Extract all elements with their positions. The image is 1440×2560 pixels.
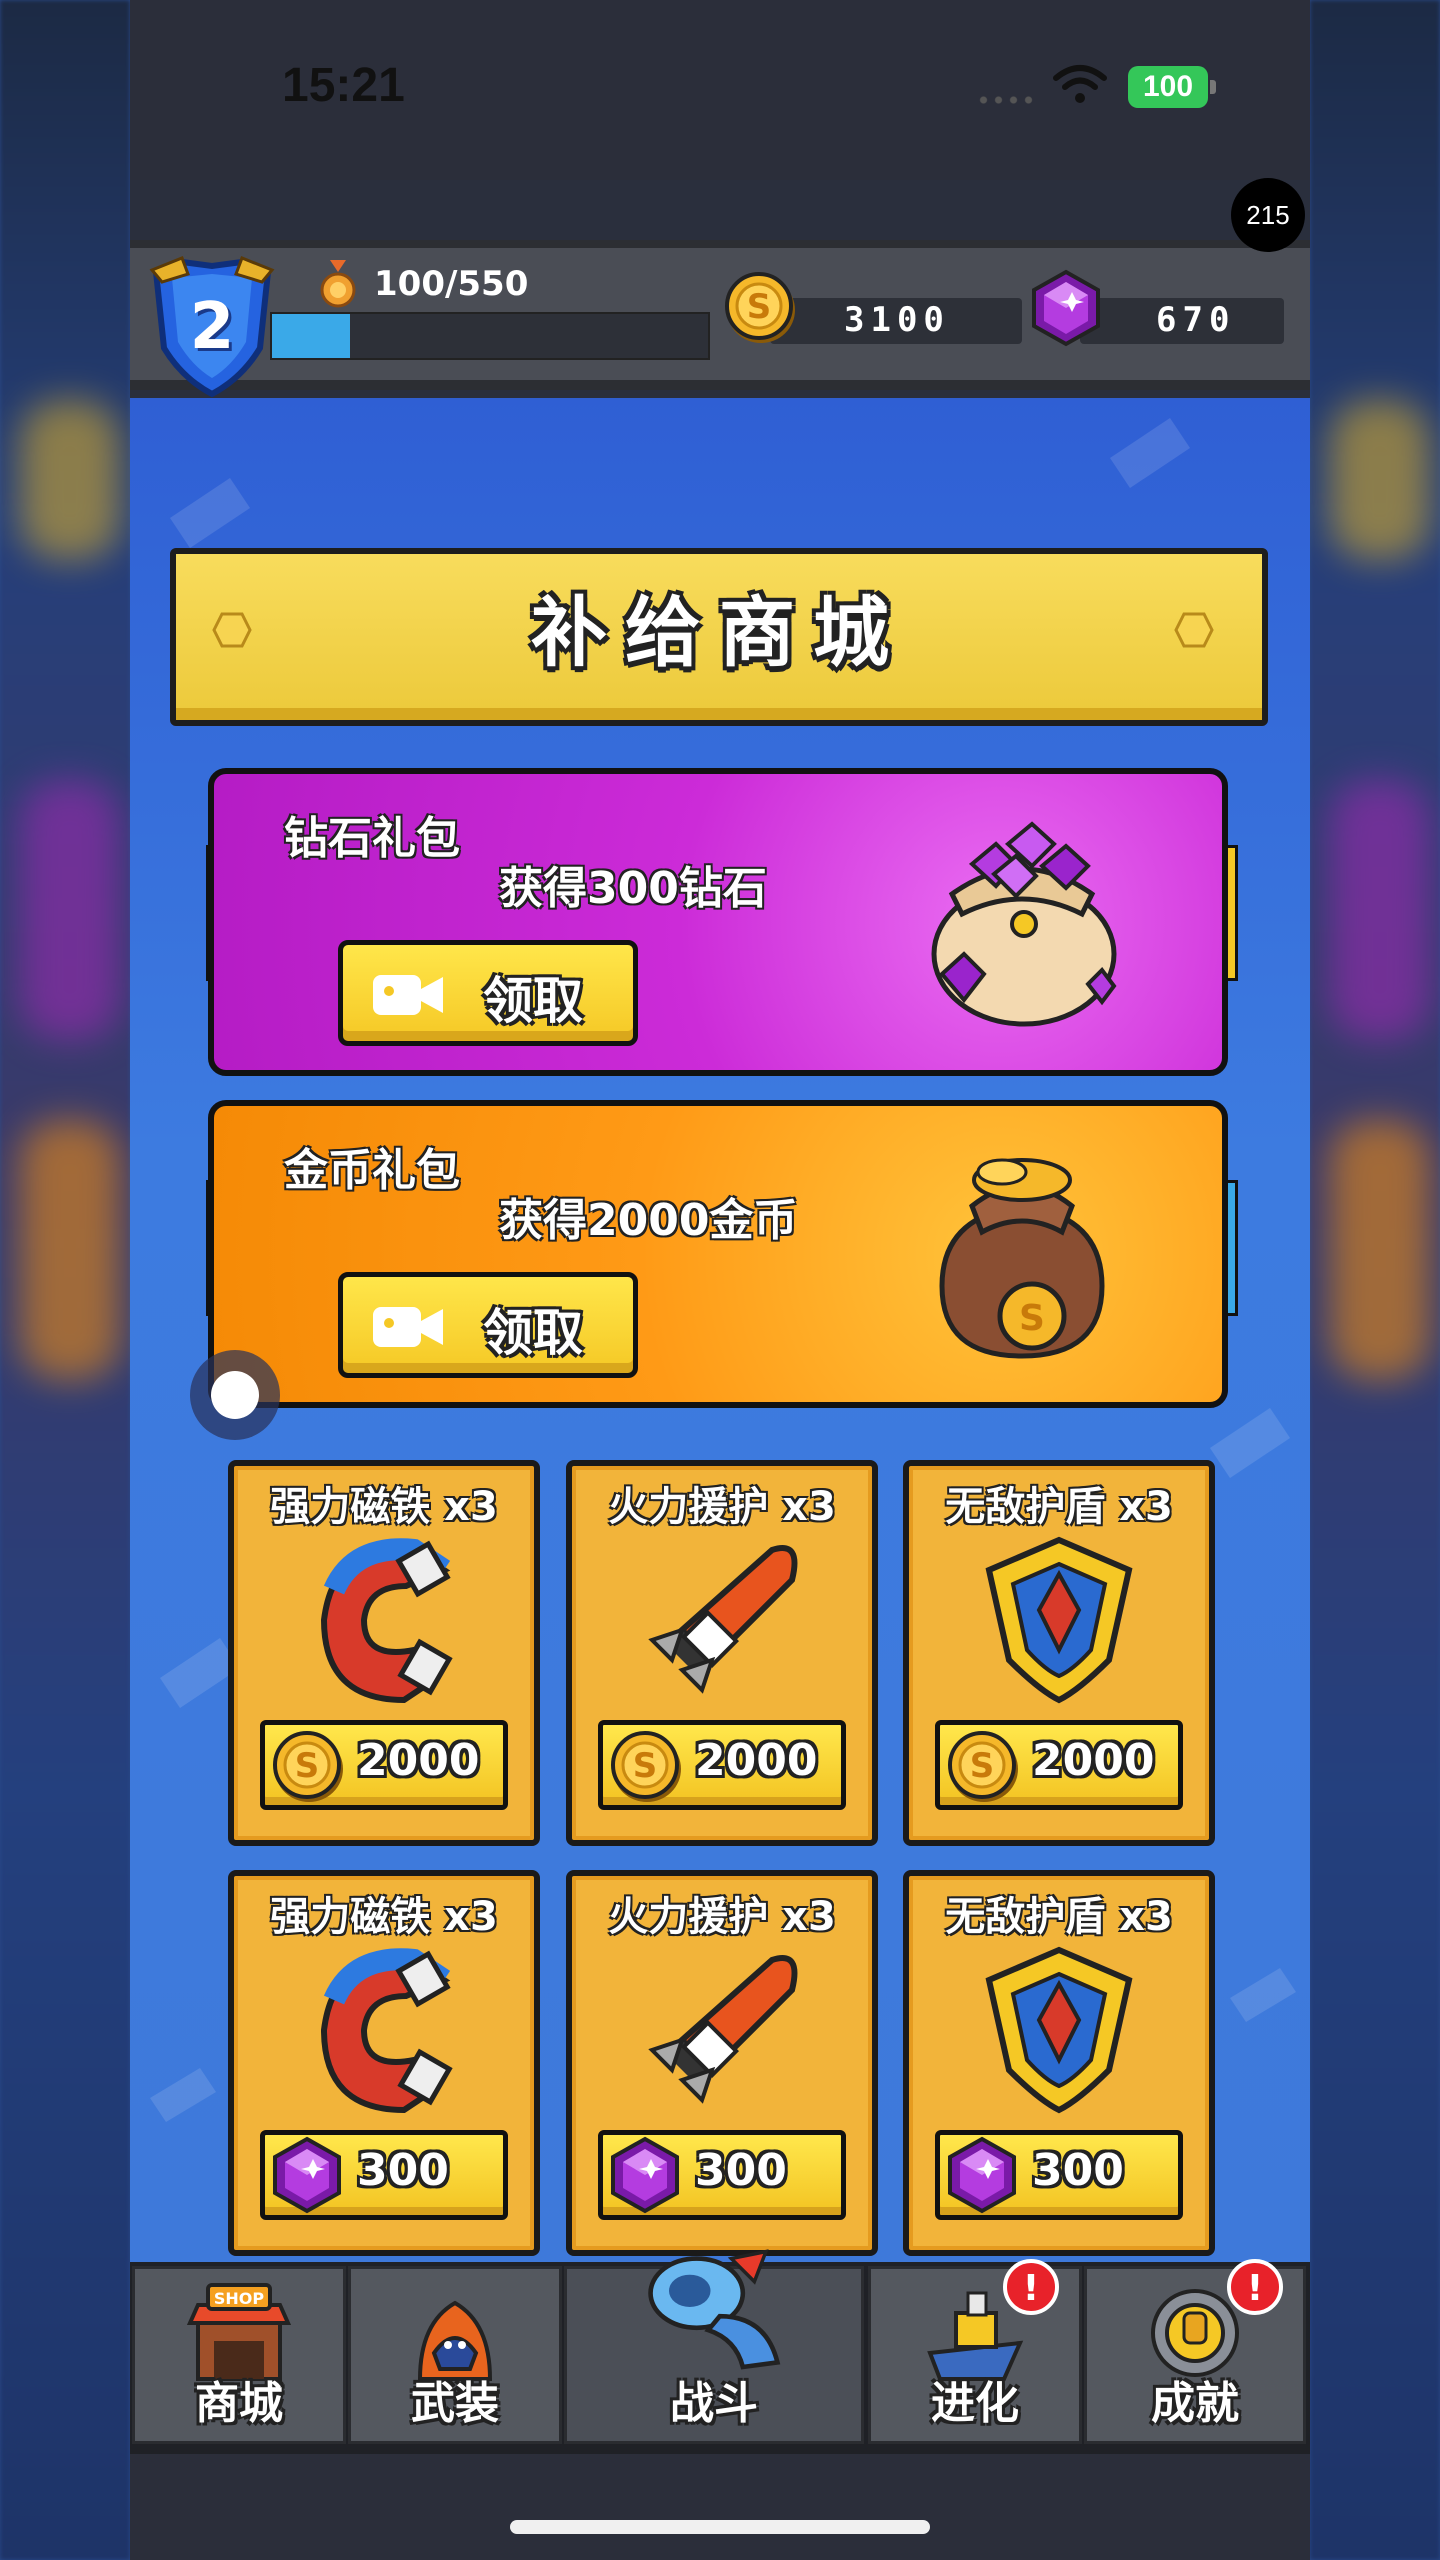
price-value: 300 [357, 2145, 449, 2196]
item-title: 火力援护 x3 [608, 1894, 836, 1940]
price-value: 300 [1032, 2145, 1124, 2196]
xp-text: 100/550 [374, 264, 529, 304]
gem-icon [605, 2135, 685, 2215]
svg-text:S: S [747, 287, 772, 327]
buy-button[interactable]: S 2000 [598, 1720, 846, 1810]
overlay-badge[interactable]: 215 [1231, 178, 1305, 252]
shop-title: 补给商城 [531, 588, 907, 677]
pack-description: 获得2000金币 [499, 1195, 798, 1246]
bottom-safe-area [130, 2454, 1310, 2560]
gem-icon [1032, 269, 1100, 347]
diamond-pack-card: 钻石礼包 获得300钻石 领取 [208, 768, 1228, 1076]
claim-label: 领取 [483, 1304, 583, 1362]
battery-indicator: 100 [1128, 66, 1208, 108]
gem-icon [267, 2135, 347, 2215]
item-title: 强力磁铁 x3 [270, 1894, 498, 1940]
video-icon [373, 1307, 443, 1347]
xp-progress-fill [272, 314, 351, 358]
shield-icon [969, 1530, 1149, 1710]
coin-icon: S [725, 272, 795, 343]
price-value: 300 [695, 2145, 787, 2196]
coin-count: 3100 [844, 300, 950, 340]
claim-label: 领取 [483, 972, 583, 1030]
gold-pack-card: 金币礼包 获得2000金币 领取 S [208, 1100, 1228, 1408]
tab-ship[interactable]: 进化! [868, 2259, 1082, 2444]
pack-description: 获得300钻石 [499, 863, 767, 914]
item-title: 火力援护 x3 [608, 1484, 836, 1530]
item-card[interactable]: 强力磁铁 x3 S 2000 [228, 1460, 540, 1846]
price-value: 2000 [357, 1735, 480, 1786]
tab-hero[interactable]: 武装 [348, 2266, 562, 2444]
svg-text:S: S [1019, 1298, 1045, 1339]
background-blob [20, 400, 120, 560]
item-card[interactable]: 火力援护 x3 300 [566, 1870, 878, 2256]
coin-bag-icon: S [939, 1158, 1105, 1359]
pack-name: 钻石礼包 [284, 813, 460, 864]
background-blob [1330, 400, 1430, 560]
svg-text:S: S [295, 1746, 320, 1786]
magnet-icon [294, 1530, 474, 1710]
tab-label: 商城 [195, 2378, 283, 2429]
touch-indicator [190, 1350, 280, 1440]
background-blob [1330, 1120, 1430, 1380]
xp-medal-icon [320, 260, 356, 308]
rocket-icon [632, 1530, 812, 1710]
background-blob [20, 1120, 120, 1380]
svg-text:S: S [970, 1746, 995, 1786]
claim-gold-button[interactable]: 领取 [338, 1272, 638, 1378]
status-time: 15:21 [282, 59, 405, 112]
item-title: 强力磁铁 x3 [270, 1484, 498, 1530]
item-card[interactable]: 无敌护盾 x3 300 [903, 1870, 1215, 2256]
alert-badge: ! [1227, 2259, 1283, 2315]
background-blob [1330, 780, 1430, 1040]
svg-text:S: S [633, 1746, 658, 1786]
background-blob [20, 780, 120, 1040]
coin-icon: S [605, 1725, 685, 1805]
coin-icon: S [942, 1725, 1022, 1805]
buy-button[interactable]: S 2000 [935, 1720, 1183, 1810]
svg-text:SHOP: SHOP [214, 2289, 265, 2308]
home-indicator[interactable] [510, 2520, 930, 2534]
cannon-icon [639, 2247, 789, 2373]
gem-icon [942, 2135, 1022, 2215]
buy-button[interactable]: 300 [260, 2130, 508, 2220]
item-card[interactable]: 强力磁铁 x3 300 [228, 1870, 540, 2256]
buy-button[interactable]: 300 [598, 2130, 846, 2220]
shield-icon [969, 1940, 1149, 2120]
gem-bag-icon [931, 821, 1117, 1027]
tab-cannon[interactable]: 战斗 [564, 2249, 864, 2444]
buy-button[interactable]: 300 [935, 2130, 1183, 2220]
tab-label: 进化 [931, 2378, 1019, 2429]
price-value: 2000 [1032, 1735, 1155, 1786]
claim-diamond-button[interactable]: 领取 [338, 940, 638, 1046]
alert-badge: ! [1003, 2259, 1059, 2315]
item-title: 无敌护盾 x3 [945, 1894, 1173, 1940]
signal-dots-icon [976, 96, 1036, 104]
pack-name: 金币礼包 [284, 1145, 460, 1196]
game-screen: 15:21 100 215 2 100/550 S 3100 670 补给商城 … [130, 0, 1310, 2560]
item-title: 无敌护盾 x3 [945, 1484, 1173, 1530]
coin-icon: S [267, 1725, 347, 1805]
magnet-icon [294, 1940, 474, 2120]
xp-progress-bar [270, 312, 710, 360]
tab-shop[interactable]: SHOP 商城 [132, 2266, 346, 2444]
item-card[interactable]: 无敌护盾 x3 S 2000 [903, 1460, 1215, 1846]
rocket-icon [632, 1940, 812, 2120]
price-value: 2000 [695, 1735, 818, 1786]
item-card[interactable]: 火力援护 x3 S 2000 [566, 1460, 878, 1846]
tab-trophy[interactable]: 成就! [1084, 2259, 1306, 2444]
battery-tip [1210, 80, 1216, 94]
player-level: 2 [189, 290, 235, 364]
tab-label: 战斗 [670, 2378, 758, 2429]
gem-count: 670 [1156, 300, 1236, 340]
video-icon [373, 975, 443, 1015]
tab-label: 武装 [411, 2378, 499, 2429]
buy-button[interactable]: S 2000 [260, 1720, 508, 1810]
wifi-icon [1053, 65, 1107, 103]
tab-label: 成就 [1151, 2378, 1239, 2429]
